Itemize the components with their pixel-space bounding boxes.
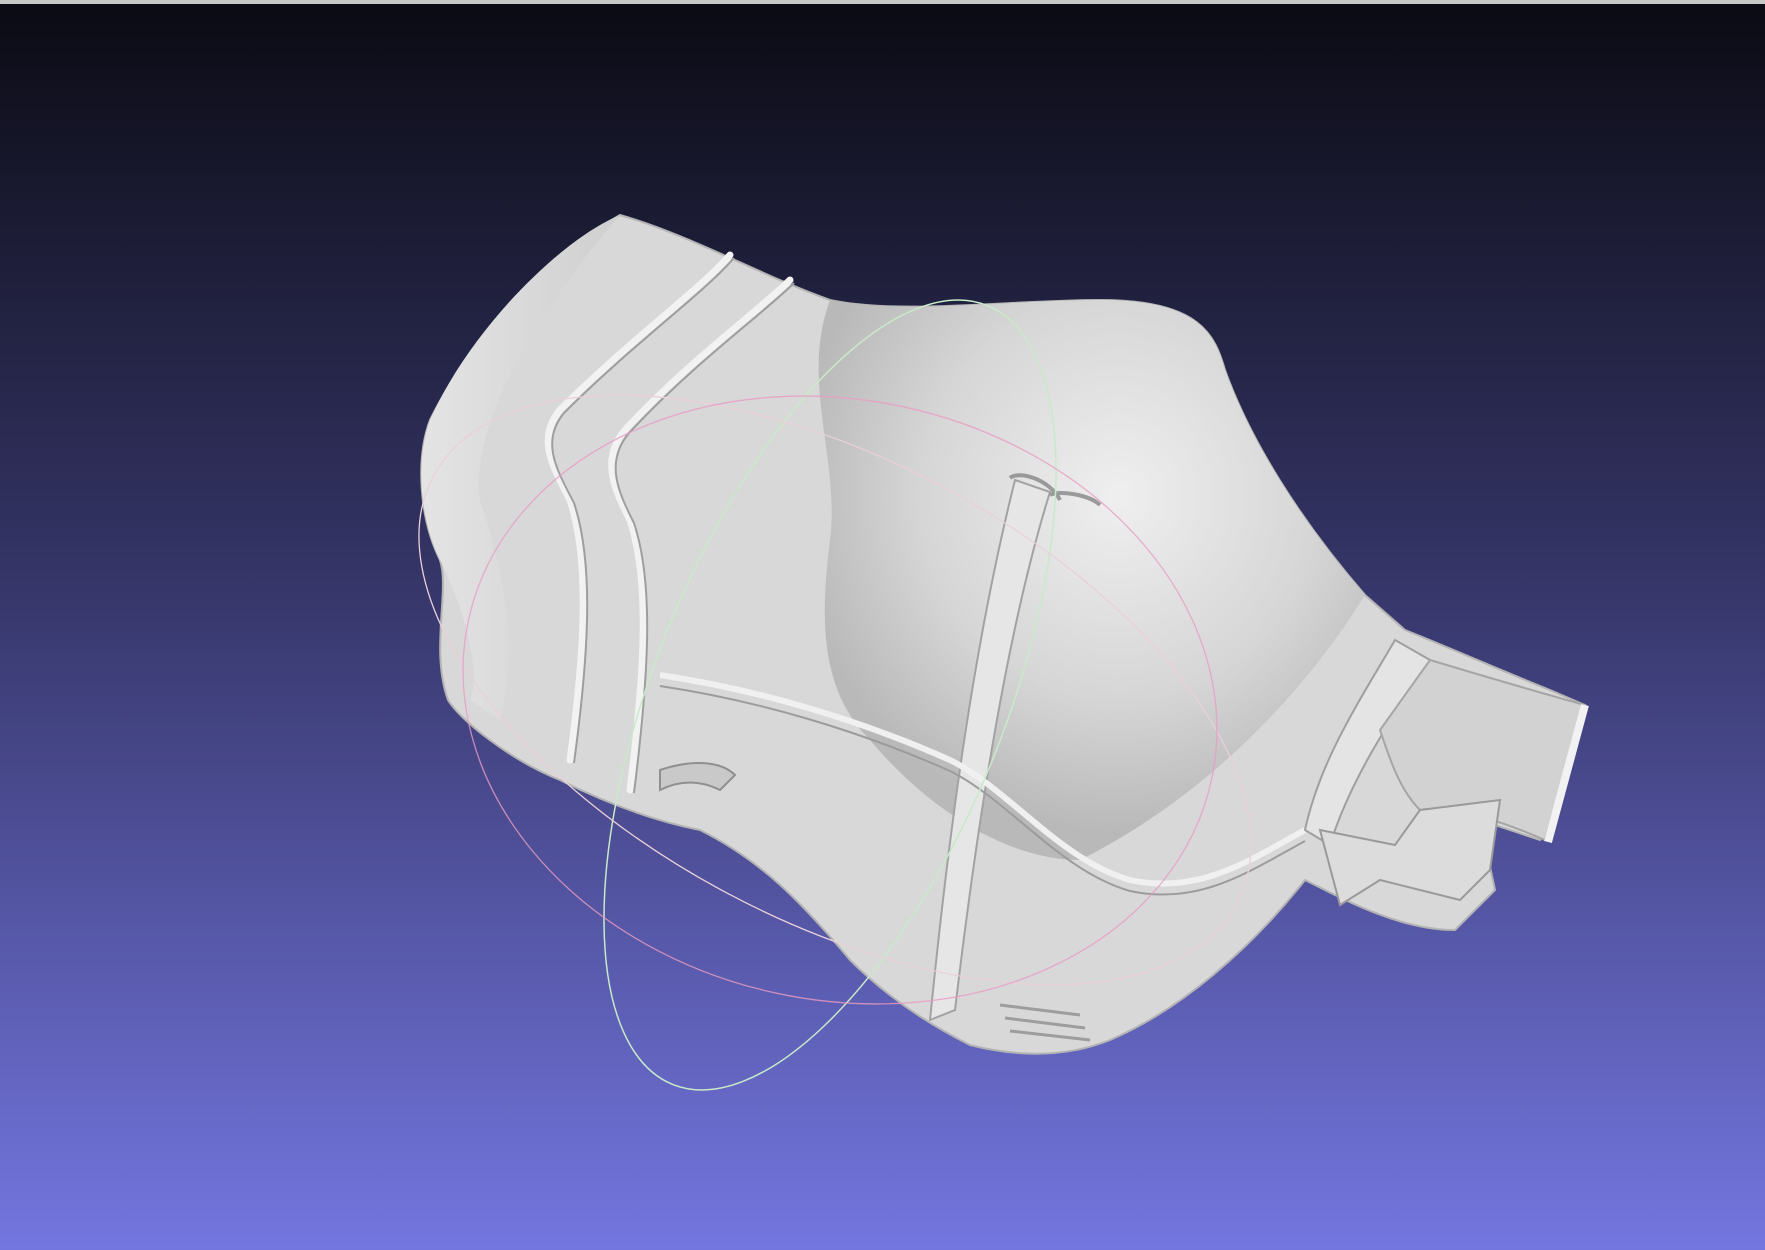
3d-viewport[interactable] [0,0,1765,1250]
viewport-canvas[interactable] [0,0,1765,1250]
